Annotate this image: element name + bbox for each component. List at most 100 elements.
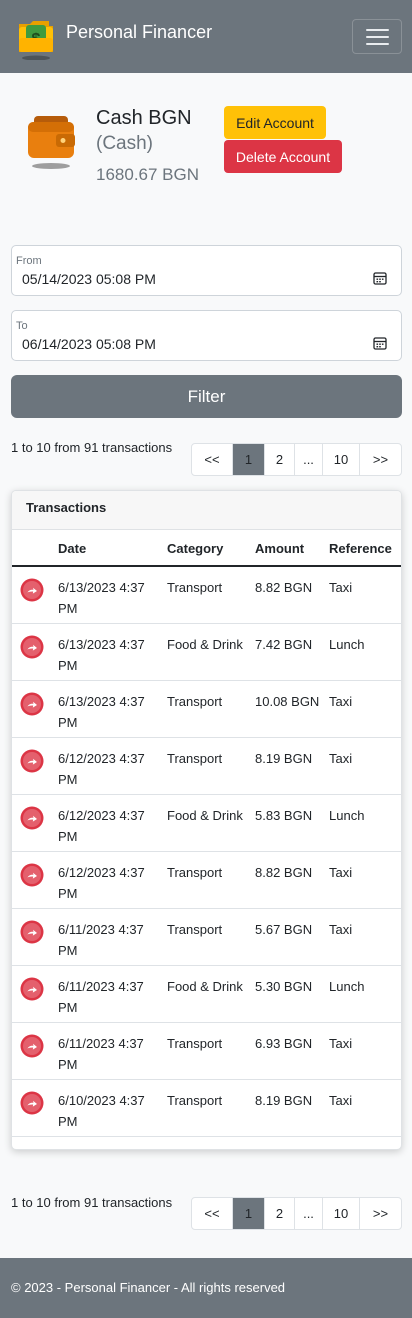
table-row[interactable]: 6/12/2023 4:37 PM Food & Drink 5.83 BGN Lun… <box>12 795 401 852</box>
account-type: (Cash) <box>96 133 154 154</box>
expense-icon <box>20 863 44 887</box>
transaction-reference: Lunch <box>329 637 365 652</box>
transactions-card: Transactions Date Category Amount Refere… <box>11 490 402 1150</box>
page-2[interactable]: 2 <box>265 444 295 475</box>
hamburger-icon <box>366 29 389 31</box>
transaction-category: Food & Drink <box>167 808 243 823</box>
transaction-amount: 8.19 BGN <box>255 1093 313 1108</box>
wallet-dollar-icon[interactable]: $ <box>16 16 56 61</box>
expense-icon <box>20 635 44 659</box>
edit-account-button[interactable]: Edit Account <box>224 106 326 139</box>
table-row[interactable]: 6/10/2023 4:37 PM Transport 8.19 BGN Taxi <box>12 1080 401 1137</box>
column-amount[interactable]: Amount <box>255 541 304 556</box>
footer-copyright: © 2023 - Personal Financer - All rights … <box>11 1280 286 1295</box>
page-10[interactable]: 10 <box>323 444 360 475</box>
expense-icon <box>20 1091 44 1115</box>
transaction-date: 6/12/2023 4:37 PM <box>58 808 145 844</box>
column-reference[interactable]: Reference <box>329 541 392 556</box>
from-date-value[interactable]: 05/14/2023 05:08 PM <box>22 271 156 287</box>
expense-icon <box>20 920 44 944</box>
transaction-reference: Taxi <box>329 1093 353 1108</box>
transaction-date: 6/12/2023 4:37 PM <box>58 751 145 787</box>
pagination-bottom: << 1 2 ... 10 >> <box>191 1197 402 1230</box>
delete-account-button[interactable]: Delete Account <box>224 140 342 173</box>
expense-icon <box>20 806 44 830</box>
transaction-reference: Taxi <box>329 580 353 595</box>
page-first[interactable]: << <box>192 1198 233 1229</box>
table-header: Date Category Amount Reference <box>12 530 401 567</box>
transaction-date: 6/11/2023 4:37 PM <box>58 922 144 958</box>
transaction-amount: 10.08 BGN <box>255 694 320 709</box>
wallet-icon <box>26 112 78 170</box>
card-header: Transactions <box>12 491 401 530</box>
table-row[interactable]: 6/13/2023 4:37 PM Transport 8.82 BGN Taxi <box>12 567 401 624</box>
page-last[interactable]: >> <box>360 444 401 475</box>
transaction-amount: 5.67 BGN <box>255 922 313 937</box>
expense-icon <box>20 578 44 602</box>
transaction-reference: Taxi <box>329 694 353 709</box>
transaction-date: 6/13/2023 4:37 PM <box>58 580 145 616</box>
transaction-amount: 5.83 BGN <box>255 808 313 823</box>
transaction-date: 6/10/2023 4:37 PM <box>58 1093 145 1129</box>
transaction-amount: 8.82 BGN <box>255 865 313 880</box>
transaction-category: Transport <box>167 1093 223 1108</box>
transaction-reference: Taxi <box>329 1036 353 1051</box>
transaction-reference: Lunch <box>329 808 365 823</box>
transaction-reference: Taxi <box>329 922 353 937</box>
page-ellipsis: ... <box>295 1198 323 1229</box>
transaction-category: Food & Drink <box>167 979 243 994</box>
transaction-reference: Taxi <box>329 751 353 766</box>
transaction-category: Transport <box>167 1036 223 1051</box>
transaction-date: 6/13/2023 4:37 PM <box>58 637 145 673</box>
from-date-label: From <box>16 255 42 267</box>
pagination-summary-top: 1 to 10 from 91 transactions <box>11 440 173 455</box>
transaction-category: Transport <box>167 694 223 709</box>
pagination-summary-bottom: 1 to 10 from 91 transactions <box>11 1195 173 1210</box>
table-row[interactable]: 6/11/2023 4:37 PM Transport 5.67 BGN Taxi <box>12 909 401 966</box>
column-date[interactable]: Date <box>58 541 86 556</box>
transaction-date: 6/11/2023 4:37 PM <box>58 1036 144 1072</box>
navbar: $ Personal Financer <box>0 0 412 73</box>
expense-icon <box>20 749 44 773</box>
transaction-category: Transport <box>167 580 223 595</box>
hamburger-icon-bar <box>366 36 389 38</box>
transaction-date: 6/13/2023 4:37 PM <box>58 694 145 730</box>
page-ellipsis: ... <box>295 444 323 475</box>
transaction-amount: 8.19 BGN <box>255 751 313 766</box>
page-first[interactable]: << <box>192 444 233 475</box>
page-10[interactable]: 10 <box>323 1198 360 1229</box>
expense-icon <box>20 692 44 716</box>
page-1[interactable]: 1 <box>233 1198 265 1229</box>
pagination-top: << 1 2 ... 10 >> <box>191 443 402 476</box>
brand-name[interactable]: Personal Financer <box>66 22 212 43</box>
to-date-value[interactable]: 06/14/2023 05:08 PM <box>22 336 156 352</box>
to-date-field[interactable]: To 06/14/2023 05:08 PM <box>11 310 402 361</box>
transaction-reference: Taxi <box>329 865 353 880</box>
page-2[interactable]: 2 <box>265 1198 295 1229</box>
hamburger-icon-bar <box>366 43 389 45</box>
expense-icon <box>20 977 44 1001</box>
transaction-amount: 7.42 BGN <box>255 637 313 652</box>
account-balance: 1680.67 BGN <box>96 165 200 184</box>
filter-button[interactable]: Filter <box>11 375 402 418</box>
calendar-icon[interactable] <box>373 336 387 350</box>
transaction-category: Transport <box>167 922 223 937</box>
column-category[interactable]: Category <box>167 541 223 556</box>
calendar-icon[interactable] <box>373 271 387 285</box>
table-row[interactable]: 6/12/2023 4:37 PM Transport 8.82 BGN Taxi <box>12 852 401 909</box>
from-date-field[interactable]: From 05/14/2023 05:08 PM <box>11 245 402 296</box>
expense-icon <box>20 1034 44 1058</box>
page-1[interactable]: 1 <box>233 444 265 475</box>
table-row[interactable]: 6/11/2023 4:37 PM Food & Drink 5.30 BGN Lun… <box>12 966 401 1023</box>
menu-toggle-button[interactable] <box>352 19 402 54</box>
table-row[interactable]: 6/12/2023 4:37 PM Transport 8.19 BGN Taxi <box>12 738 401 795</box>
table-row[interactable]: 6/13/2023 4:37 PM Food & Drink 7.42 BGN Lun… <box>12 624 401 681</box>
transaction-date: 6/11/2023 4:37 PM <box>58 979 144 1015</box>
transaction-amount: 6.93 BGN <box>255 1036 313 1051</box>
card-title: Transactions <box>26 500 107 515</box>
table-row[interactable]: 6/13/2023 4:37 PM Transport 10.08 BGN Taxi <box>12 681 401 738</box>
transaction-category: Food & Drink <box>167 637 243 652</box>
page-last[interactable]: >> <box>360 1198 401 1229</box>
table-row[interactable]: 6/11/2023 4:37 PM Transport 6.93 BGN Taxi <box>12 1023 401 1080</box>
to-date-label: To <box>16 320 28 332</box>
